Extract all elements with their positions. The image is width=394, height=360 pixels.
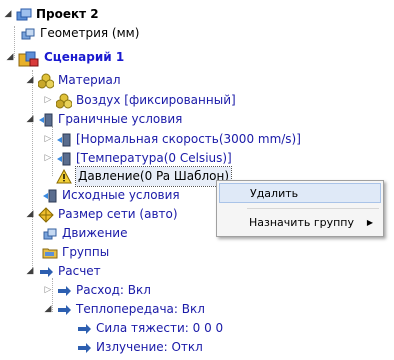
tree-item-material[interactable]: ◢ Материал	[24, 71, 121, 90]
expand-toggle[interactable]: ◢	[24, 266, 36, 278]
tree-label: Проект 2	[36, 7, 99, 21]
tree-label: Геометрия (мм)	[40, 26, 140, 40]
expand-toggle[interactable]: ◢	[4, 52, 16, 64]
expand-toggle[interactable]: ◢	[24, 209, 36, 221]
tree-line	[32, 70, 33, 272]
calc-arrow-icon	[56, 283, 72, 299]
warning-icon	[56, 168, 72, 185]
tree-item-normal-velocity[interactable]: ▷ [Нормальная скорость(3000 mm/s)]	[42, 130, 301, 149]
tree-item-mesh-size[interactable]: ◢ Размер сети (авто)	[24, 205, 178, 224]
calc-arrow-icon	[76, 340, 92, 356]
tree-label: Расход: Вкл	[76, 283, 151, 297]
expand-toggle[interactable]: ◢	[24, 75, 36, 87]
calc-arrow-icon	[38, 264, 54, 280]
menu-separator	[247, 208, 379, 209]
boundary-icon	[38, 112, 54, 128]
geometry-icon	[20, 26, 36, 42]
tree-label: Движение	[62, 226, 128, 240]
tree-label: Материал	[58, 73, 121, 87]
tree-item-geometry[interactable]: Геометрия (мм)	[20, 24, 139, 43]
tree-item-air[interactable]: ▷ Воздух [фиксированный]	[42, 91, 236, 110]
tree-item-initial-conditions[interactable]: Исходные условия	[42, 186, 180, 205]
tree-label: Расчет	[58, 264, 101, 278]
tree-item-temperature[interactable]: ▷ [Температура(0 Celsius)]	[42, 149, 232, 168]
expand-toggle[interactable]: ▷	[42, 134, 54, 146]
boundary-icon	[56, 132, 72, 148]
tree-item-pressure[interactable]: Давление(0 Pa Шаблон)	[56, 166, 233, 187]
menu-item-assign-group[interactable]: Назначить группу ▶	[219, 212, 381, 232]
tree-label: Размер сети (авто)	[58, 207, 178, 221]
folder-icon	[42, 245, 58, 261]
tree-label: [Нормальная скорость(3000 mm/s)]	[76, 132, 301, 146]
expand-toggle[interactable]: ▷	[42, 95, 54, 107]
tree-label: Сценарий 1	[44, 50, 125, 64]
tree-item-motion[interactable]: Движение	[42, 224, 127, 243]
motion-icon	[42, 226, 58, 242]
submenu-arrow-icon: ▶	[366, 217, 373, 227]
calc-arrow-icon	[56, 302, 72, 318]
tree-label: Воздух [фиксированный]	[76, 93, 236, 107]
tree-item-calculation[interactable]: ◢ Расчет	[24, 262, 101, 281]
tree-item-project[interactable]: ◢ Проект 2	[2, 5, 99, 24]
tree-label: Излучение: Откл	[96, 340, 203, 354]
boundary-icon	[56, 151, 72, 167]
menu-item-label: Назначить группу	[249, 215, 354, 229]
menu-item-delete[interactable]: Удалить	[219, 183, 381, 203]
tree-label: Давление(0 Pa Шаблон)	[74, 166, 233, 187]
expand-toggle[interactable]: ▷	[42, 153, 54, 165]
material-icon	[38, 73, 54, 89]
scenario-icon	[18, 50, 40, 66]
tree-item-flow[interactable]: ▷ Расход: Вкл	[42, 281, 151, 300]
tree-label: Теплопередача: Вкл	[76, 302, 205, 316]
tree-item-groups[interactable]: Группы	[42, 243, 109, 262]
boundary-icon	[42, 188, 58, 204]
tree-label: Граничные условия	[58, 112, 183, 126]
expand-toggle[interactable]: ◢	[24, 114, 36, 126]
tree-item-radiation[interactable]: Излучение: Откл	[76, 338, 203, 357]
menu-item-label: Удалить	[250, 186, 299, 200]
calc-arrow-icon	[76, 321, 92, 337]
expand-toggle[interactable]: ◢	[42, 304, 54, 316]
mesh-icon	[38, 206, 54, 223]
tree-item-gravity[interactable]: Сила тяжести: 0 0 0	[76, 319, 223, 338]
expand-toggle[interactable]: ◢	[2, 9, 14, 21]
material-icon	[56, 93, 72, 109]
tree-item-heat-transfer[interactable]: ◢ Теплопередача: Вкл	[42, 300, 205, 319]
tree-label: [Температура(0 Celsius)]	[76, 151, 232, 165]
tree-label: Сила тяжести: 0 0 0	[96, 321, 224, 335]
tree-label: Группы	[62, 245, 110, 259]
project-icon	[16, 7, 32, 23]
tree-item-scenario[interactable]: ◢ Сценарий 1	[4, 48, 124, 67]
context-menu: Удалить Назначить группу ▶	[216, 180, 384, 237]
expand-toggle[interactable]: ▷	[42, 285, 54, 297]
tree-item-boundary-conditions[interactable]: ◢ Граничные условия	[24, 110, 182, 129]
tree-label: Исходные условия	[62, 188, 180, 202]
